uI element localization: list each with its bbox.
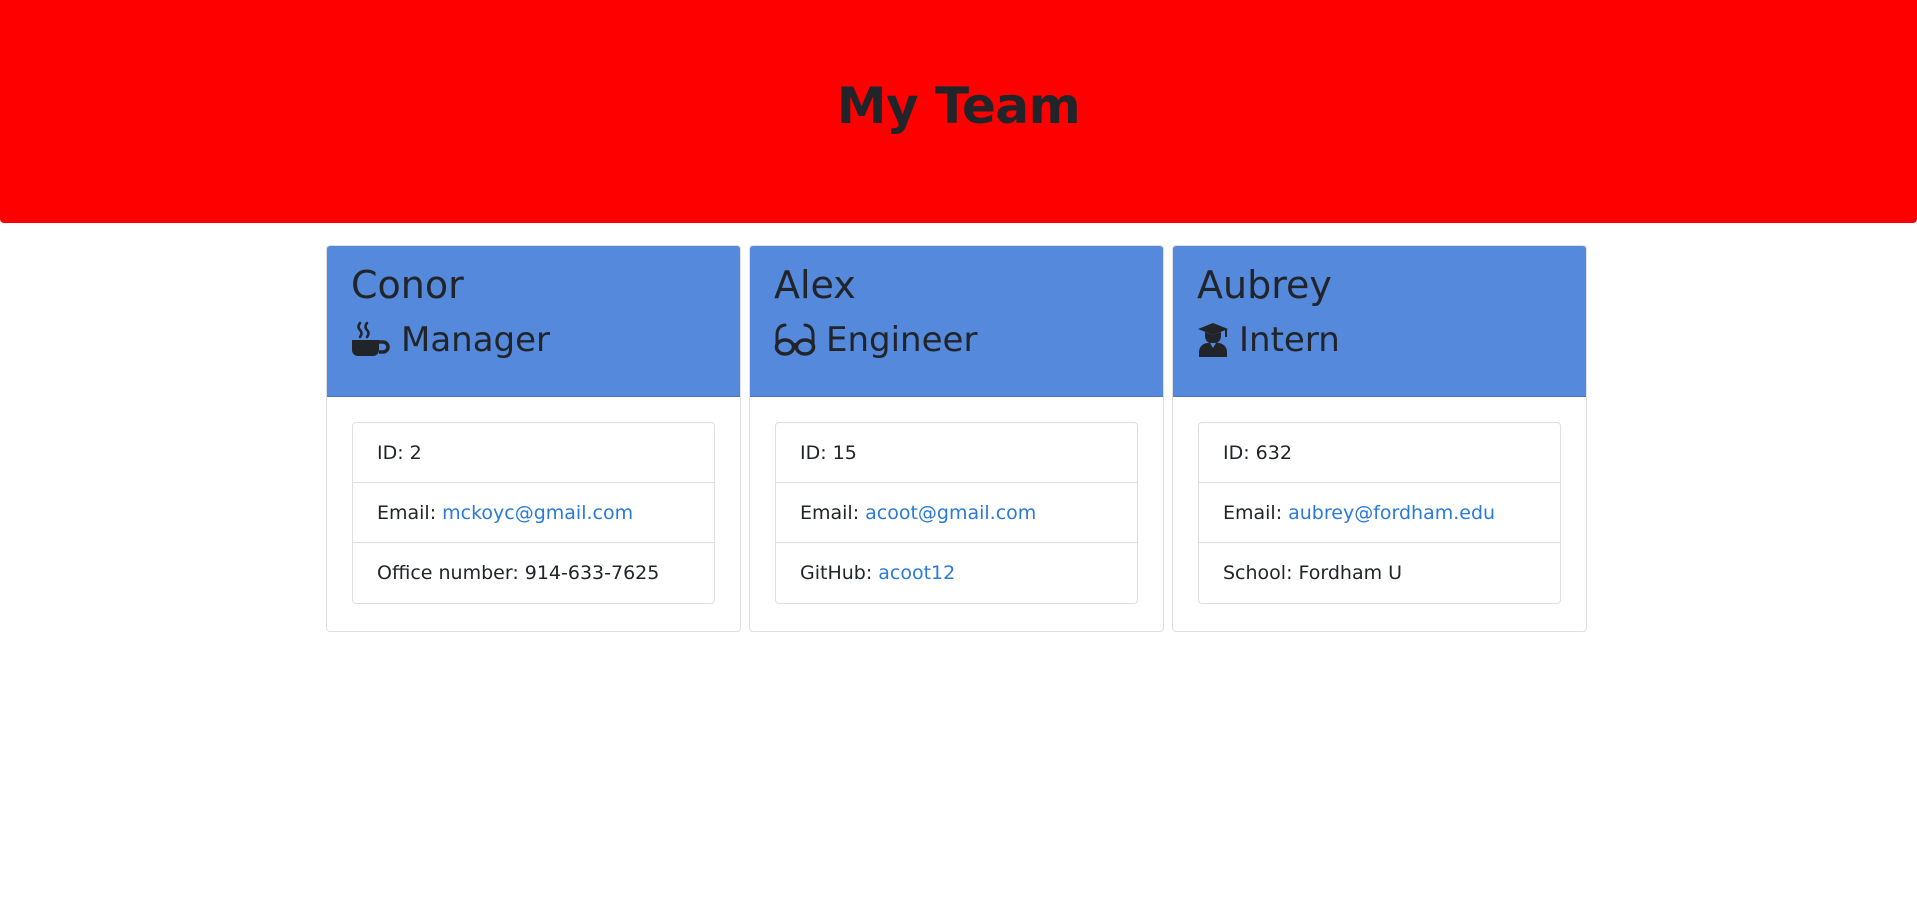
role-label: Intern [1239,320,1340,360]
coffee-mug-icon [351,321,391,359]
employee-id: ID: 632 [1199,423,1560,483]
card-header: Conor Manager [327,246,740,397]
employee-details: ID: 2 Email: mckoyc@gmail.com Office num… [352,422,715,604]
team-cards: Conor Manager ID: 2 Email: mckoyc@gmail.… [326,245,1587,632]
employee-card-engineer: Alex Engineer ID: 15 Email: acoot@gmail.… [749,245,1164,632]
card-body: ID: 632 Email: aubrey@fordham.edu School… [1173,397,1586,629]
employee-role: Manager [351,320,716,360]
employee-github: GitHub: acoot12 [776,543,1137,603]
glasses-icon [774,323,816,357]
office-number: Office number: 914-633-7625 [377,562,660,584]
employee-name: Conor [351,263,464,307]
employee-details: ID: 632 Email: aubrey@fordham.edu School… [1198,422,1561,604]
employee-email: Email: mckoyc@gmail.com [353,483,714,543]
employee-role: Engineer [774,320,1139,360]
github-link[interactable]: acoot12 [878,562,955,584]
page-header: My Team [0,0,1917,223]
card-body: ID: 15 Email: acoot@gmail.com GitHub: ac… [750,397,1163,629]
page-title: My Team [836,76,1081,135]
email-label: Email: [1223,501,1283,524]
employee-role: Intern [1197,320,1562,360]
email-label: Email: [800,501,860,524]
email-link[interactable]: aubrey@fordham.edu [1288,502,1495,524]
employee-card-intern: Aubrey Intern ID: 632 Email: aubrey@ford… [1172,245,1587,632]
email-link[interactable]: mckoyc@gmail.com [442,502,633,524]
employee-name: Alex [774,263,856,307]
role-label: Manager [401,320,551,360]
employee-id: ID: 2 [353,423,714,483]
employee-school: School: Fordham U [1223,562,1403,584]
employee-details: ID: 15 Email: acoot@gmail.com GitHub: ac… [775,422,1138,604]
github-label: GitHub: [800,562,873,584]
employee-card-manager: Conor Manager ID: 2 Email: mckoyc@gmail.… [326,245,741,632]
card-header: Aubrey Intern [1173,246,1586,397]
employee-name: Aubrey [1197,263,1332,307]
card-header: Alex Engineer [750,246,1163,397]
card-body: ID: 2 Email: mckoyc@gmail.com Office num… [327,397,740,629]
employee-email: Email: acoot@gmail.com [776,483,1137,543]
email-label: Email: [377,501,437,524]
employee-id: ID: 15 [776,423,1137,483]
employee-email: Email: aubrey@fordham.edu [1199,483,1560,543]
graduate-icon [1197,322,1229,358]
email-link[interactable]: acoot@gmail.com [865,502,1036,524]
role-label: Engineer [826,320,978,360]
